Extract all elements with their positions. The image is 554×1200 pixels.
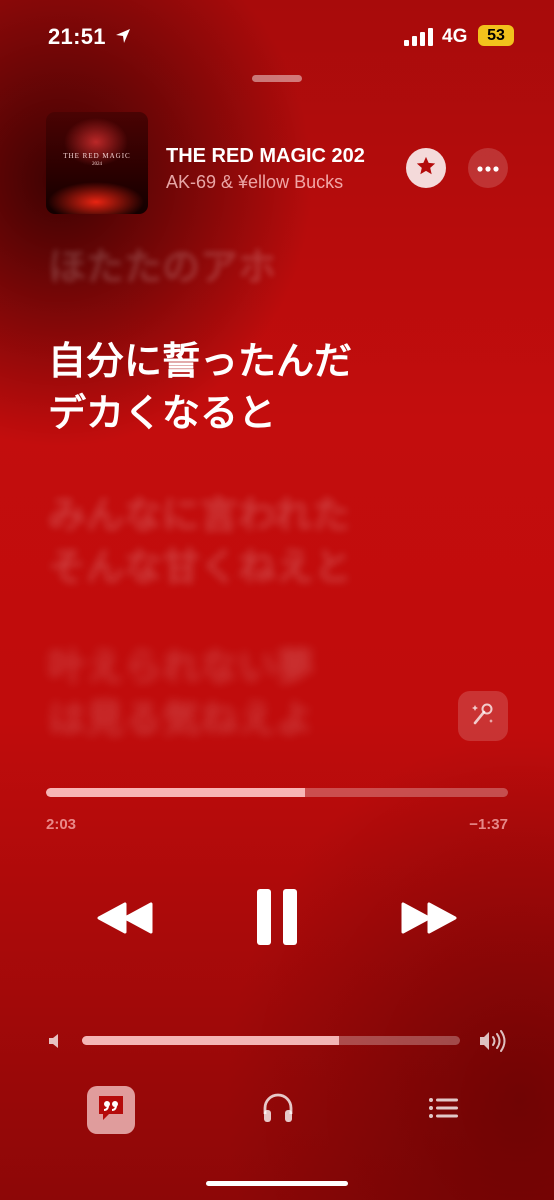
lyric-past[interactable]: ほたたのアホ [48,242,518,294]
star-icon [415,155,437,182]
album-art-year: 2024 [92,162,102,167]
volume-slider[interactable] [82,1036,460,1045]
time-elapsed: 2:03 [46,816,77,833]
rewind-icon [95,900,155,941]
fast-forward-button[interactable] [396,896,462,944]
time-remaining: −1:37 [469,816,508,833]
status-time: 21:51 [48,24,106,49]
lyric-line: 自分に誓ったんだ [48,341,353,383]
pause-button[interactable] [246,886,308,952]
rewind-button[interactable] [92,896,158,944]
queue-button[interactable] [420,1086,468,1134]
list-icon [428,1096,460,1125]
lyric-line: デカくなると [48,393,277,435]
album-artwork[interactable]: THE RED MAGIC 2024 [46,112,148,214]
album-art-title: THE RED MAGIC [63,152,131,160]
sing-button[interactable] [458,691,508,741]
lyric-line: そんな甘くねえと [48,547,353,589]
sheet-grabber[interactable] [252,75,302,82]
speaker-high-icon [478,1029,508,1058]
ellipsis-icon [477,159,499,177]
audio-output-button[interactable] [254,1086,302,1134]
lyric-current[interactable]: 自分に誓ったんだ デカくなると [48,336,518,440]
lyric-line: ほたたのアホ [48,247,277,289]
microphone-sparkle-icon [469,700,497,733]
favorite-button[interactable] [406,148,446,188]
more-options-button[interactable] [468,148,508,188]
lyric-line: 叶えられない夢 [48,647,315,689]
song-artist[interactable]: AK-69 & ¥ellow Bucks [166,172,398,193]
fast-forward-icon [399,900,459,941]
playback-scrubber[interactable] [46,788,508,797]
status-bar: 21:51 4G 53 [0,0,554,70]
pause-icon [254,887,300,952]
cellular-signal-icon [404,28,434,51]
volume-level [82,1036,340,1045]
playback-progress [46,788,305,797]
lyric-next[interactable]: みんなに言われた そんな甘くねえと [48,490,518,594]
battery-indicator: 53 [478,25,514,46]
song-title[interactable]: THE RED MAGIC 202 [166,145,398,168]
location-arrow-icon [114,27,132,50]
lyric-line: みんなに言われた [48,495,351,537]
lyric-line: は見る気ねえよ [48,699,315,741]
network-label: 4G [442,26,468,47]
quote-bubble-icon [95,1092,127,1129]
speaker-low-icon [47,1032,65,1055]
lyric-upcoming[interactable]: 叶えられない夢 は見る気ねえよ [48,642,518,746]
lyrics-toggle-button[interactable] [87,1086,135,1134]
home-indicator[interactable] [206,1181,348,1186]
headphones-icon [261,1092,295,1129]
